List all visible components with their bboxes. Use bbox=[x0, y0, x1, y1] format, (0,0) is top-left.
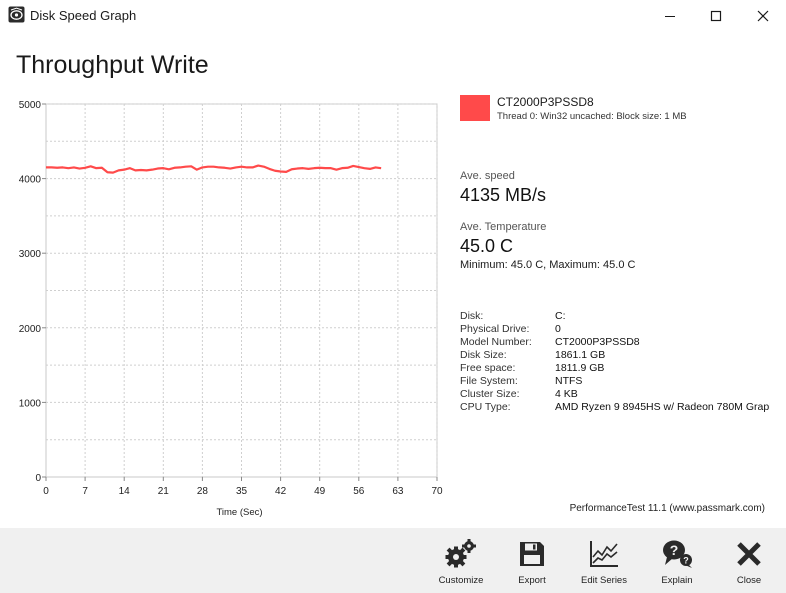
window-title: Disk Speed Graph bbox=[30, 8, 137, 23]
svg-text:?: ? bbox=[670, 542, 679, 558]
product-version-label: PerformanceTest 11.1 (www.passmark.com) bbox=[569, 503, 765, 514]
info-row: Disk: C: bbox=[460, 310, 770, 323]
disk-info-table: Disk: C: Physical Drive: 0 Model Number: CT… bbox=[460, 310, 770, 414]
info-key: Disk Size: bbox=[460, 349, 507, 361]
info-value: 1861.1 GB bbox=[555, 349, 606, 361]
minimize-icon bbox=[665, 15, 675, 17]
info-key: Model Number: bbox=[460, 336, 532, 348]
info-row: Disk Size: 1861.1 GB bbox=[460, 349, 770, 362]
ave-speed-label: Ave. speed bbox=[460, 170, 515, 182]
ave-temp-label: Ave. Temperature bbox=[460, 221, 547, 233]
maximize-button[interactable] bbox=[693, 0, 739, 31]
minimize-button[interactable] bbox=[647, 0, 693, 31]
x-axis-label: Time (Sec) bbox=[216, 507, 262, 518]
title-bar: Disk Speed Graph bbox=[0, 0, 786, 31]
info-row: File System: NTFS bbox=[460, 375, 770, 388]
temp-min-max: Minimum: 45.0 C, Maximum: 45.0 C bbox=[460, 259, 636, 271]
x-tick-label: 14 bbox=[119, 486, 131, 497]
info-key: Free space: bbox=[460, 362, 516, 374]
info-value: AMD Ryzen 9 8945HS w/ Radeon 780M Graphi… bbox=[555, 401, 770, 413]
info-row: CPU Type: AMD Ryzen 9 8945HS w/ Radeon 78… bbox=[460, 401, 770, 414]
svg-text:?: ? bbox=[683, 556, 689, 566]
info-row: Free space: 1811.9 GB bbox=[460, 362, 770, 375]
info-value: C: bbox=[555, 310, 566, 322]
help-speech-icon: ? ? bbox=[663, 540, 692, 568]
info-key: Disk: bbox=[460, 310, 484, 322]
legend-series-description: Thread 0: Win32 uncached: Block size: 1 … bbox=[497, 111, 687, 122]
info-value: 1811.9 GB bbox=[555, 362, 605, 374]
x-tick-label: 7 bbox=[82, 486, 88, 497]
info-row: Model Number: CT2000P3PSSD8 bbox=[460, 336, 770, 349]
throughput-chart: 0 7 14 21 28 35 42 49 56 63 70 0 1000 2000 3000 4000 500… bbox=[19, 100, 443, 518]
info-value: NTFS bbox=[555, 375, 583, 387]
customize-button[interactable]: Customize bbox=[429, 538, 493, 586]
y-tick-label: 4000 bbox=[19, 175, 42, 186]
info-key: File System: bbox=[460, 375, 518, 387]
edit-series-label: Edit Series bbox=[581, 575, 627, 586]
x-tick-label: 49 bbox=[314, 486, 326, 497]
export-label: Export bbox=[518, 575, 546, 586]
x-tick-label: 42 bbox=[275, 486, 287, 497]
x-tick-label: 28 bbox=[197, 486, 209, 497]
x-tick-label: 35 bbox=[236, 486, 248, 497]
close-x-icon bbox=[737, 542, 761, 566]
gears-icon bbox=[445, 539, 476, 568]
x-tick-label: 56 bbox=[353, 486, 365, 497]
info-row: Cluster Size: 4 KB bbox=[460, 388, 770, 401]
line-chart-icon bbox=[590, 541, 618, 567]
ave-speed-value: 4135 MB/s bbox=[460, 185, 547, 205]
close-label: Close bbox=[736, 575, 762, 586]
x-tick-label: 63 bbox=[392, 486, 404, 497]
x-tick-label: 70 bbox=[431, 486, 443, 497]
info-value: CT2000P3PSSD8 bbox=[555, 336, 640, 348]
bottom-toolbar: Customize Export Edit Series ? ? Explain… bbox=[0, 528, 786, 593]
customize-label: Customize bbox=[438, 575, 484, 586]
legend-color-swatch[interactable] bbox=[460, 95, 490, 121]
x-tick-label: 0 bbox=[43, 486, 49, 497]
page-title: Throughput Write bbox=[16, 51, 209, 79]
info-value: 0 bbox=[555, 323, 561, 335]
info-key: Cluster Size: bbox=[460, 388, 520, 400]
info-value: 4 KB bbox=[555, 388, 578, 400]
info-key: CPU Type: bbox=[460, 401, 511, 413]
legend-series-name: CT2000P3PSSD8 bbox=[497, 95, 594, 109]
explain-button[interactable]: ? ? Explain bbox=[645, 538, 709, 586]
y-tick-label: 2000 bbox=[19, 324, 42, 335]
export-button[interactable]: Export bbox=[500, 538, 564, 586]
edit-series-button[interactable]: Edit Series bbox=[572, 538, 636, 586]
passmark-app-icon bbox=[8, 6, 25, 23]
close-button[interactable]: Close bbox=[717, 538, 781, 586]
info-key: Physical Drive: bbox=[460, 323, 530, 335]
y-tick-label: 3000 bbox=[19, 249, 42, 260]
close-icon bbox=[757, 10, 769, 21]
info-row: Physical Drive: 0 bbox=[460, 323, 770, 336]
ave-temp-value: 45.0 C bbox=[460, 236, 514, 256]
window-close-button[interactable] bbox=[740, 0, 786, 31]
x-tick-label: 21 bbox=[158, 486, 170, 497]
explain-label: Explain bbox=[661, 575, 693, 586]
y-tick-label: 1000 bbox=[19, 398, 42, 409]
floppy-disk-icon bbox=[520, 542, 544, 566]
maximize-icon bbox=[710, 10, 722, 21]
y-tick-label: 0 bbox=[35, 473, 41, 484]
y-tick-label: 5000 bbox=[19, 100, 42, 111]
